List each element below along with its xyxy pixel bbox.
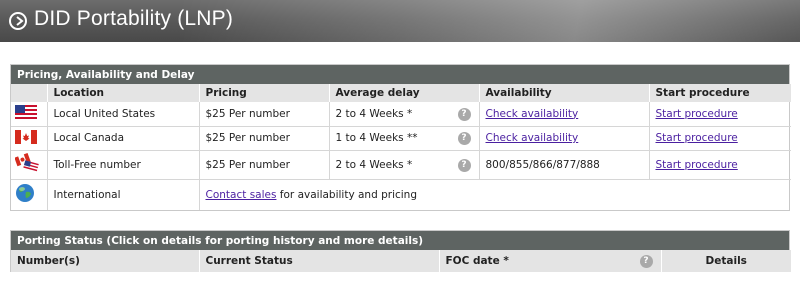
porting-section-title: Porting Status (Click on details for por…	[11, 231, 789, 250]
location-cell: International	[47, 179, 200, 210]
page-title: DID Portability (LNP)	[34, 7, 234, 30]
location-cell: Local Canada	[47, 126, 200, 151]
table-row: International Contact sales for availabi…	[11, 179, 791, 210]
us-canada-flags-icon	[14, 152, 39, 173]
contact-sales-link[interactable]: Contact sales	[206, 189, 277, 201]
porting-table-header: Number(s) Current Status FOC date * ? De…	[11, 250, 791, 272]
col-location: Location	[47, 84, 200, 102]
globe-icon	[16, 184, 34, 203]
location-cell: Local United States	[47, 102, 200, 127]
table-row: Toll-Free number $25 Per number 2 to 4 W…	[11, 150, 791, 180]
contact-sales-text: for availability and pricing	[276, 188, 418, 201]
circle-arrow-right-icon	[9, 12, 27, 30]
col-average-delay: Average delay	[329, 84, 480, 102]
check-availability-link[interactable]: Check availability	[486, 108, 579, 120]
help-icon[interactable]: ?	[457, 107, 471, 121]
location-cell: Toll-Free number	[47, 150, 200, 180]
porting-section: Porting Status (Click on details for por…	[10, 230, 791, 272]
pricing-cell: $25 Per number	[199, 126, 330, 151]
col-numbers: Number(s)	[11, 250, 200, 272]
us-flag-icon	[15, 105, 37, 120]
pricing-cell: $25 Per number	[199, 150, 330, 180]
delay-cell: 2 to 4 Weeks * ?	[329, 150, 480, 180]
help-icon[interactable]: ?	[457, 132, 471, 145]
canada-flag-icon	[15, 129, 37, 144]
pricing-section: Pricing, Availability and Delay Location…	[10, 64, 791, 211]
porting-table: Number(s) Current Status FOC date * ? De…	[11, 250, 791, 272]
start-procedure-link[interactable]: Start procedure	[656, 108, 738, 120]
start-procedure-link[interactable]: Start procedure	[656, 132, 738, 144]
col-details: Details	[661, 250, 791, 272]
page-header: DID Portability (LNP)	[0, 0, 800, 42]
pricing-table: Location Pricing Average delay Availabil…	[11, 84, 791, 210]
delay-cell: 1 to 4 Weeks ** ?	[329, 126, 480, 151]
start-procedure-link[interactable]: Start procedure	[656, 159, 738, 171]
table-row: Local United States $25 Per number 2 to …	[11, 102, 791, 127]
pricing-cell: $25 Per number	[199, 102, 330, 127]
col-availability: Availability	[479, 84, 650, 102]
international-info-cell: Contact sales for availability and prici…	[199, 179, 791, 210]
help-icon[interactable]: ?	[457, 158, 471, 172]
check-availability-link[interactable]: Check availability	[486, 132, 579, 144]
col-foc-date: FOC date * ?	[439, 250, 662, 272]
pricing-table-header: Location Pricing Average delay Availabil…	[11, 84, 791, 102]
delay-cell: 2 to 4 Weeks * ?	[329, 102, 480, 127]
availability-cell: 800/855/866/877/888	[479, 150, 650, 180]
help-icon[interactable]: ?	[639, 255, 653, 268]
pricing-section-title: Pricing, Availability and Delay	[11, 65, 789, 84]
col-flag	[11, 84, 48, 102]
col-current-status: Current Status	[199, 250, 440, 272]
col-start-procedure: Start procedure	[649, 84, 791, 102]
col-pricing: Pricing	[199, 84, 330, 102]
table-row: Local Canada $25 Per number 1 to 4 Weeks…	[11, 126, 791, 151]
